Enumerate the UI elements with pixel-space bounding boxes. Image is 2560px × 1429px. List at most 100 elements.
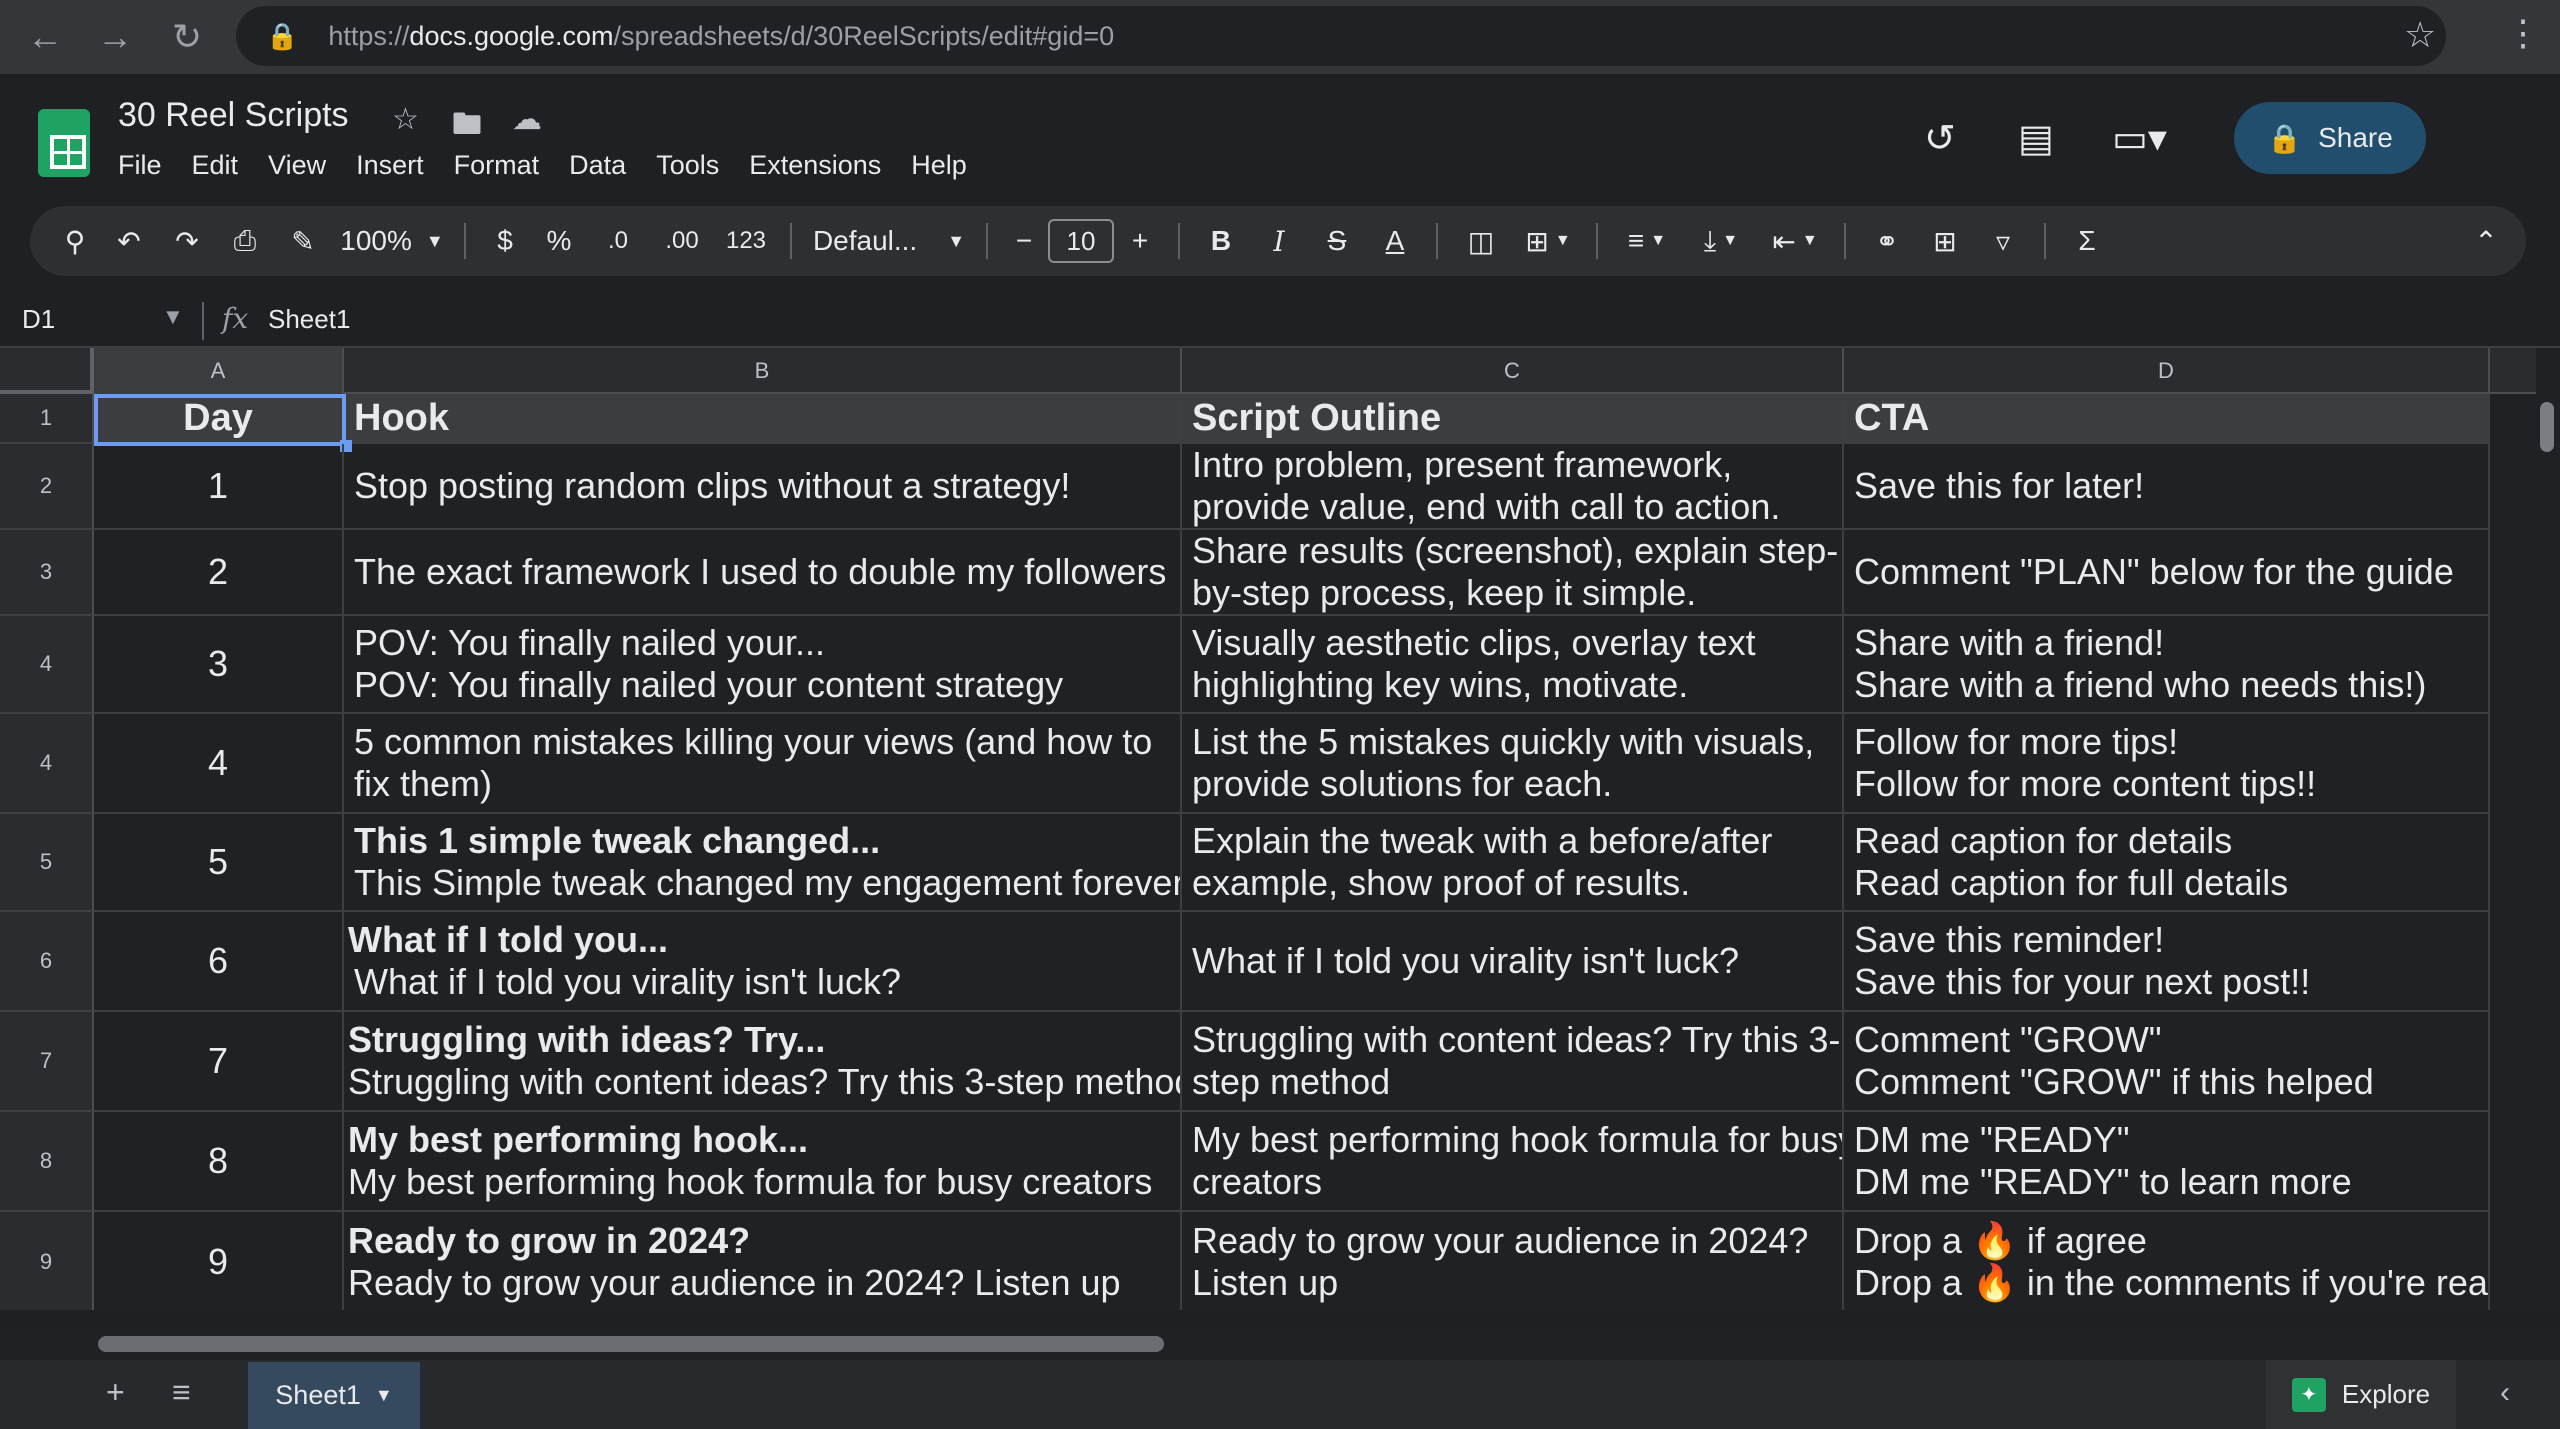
row-header[interactable]: 7	[0, 1012, 94, 1112]
increase-font-size-icon[interactable]: +	[1114, 206, 1166, 276]
meet-video-icon[interactable]: ▭▾	[2112, 116, 2167, 161]
day-cell[interactable]: 7	[94, 1012, 344, 1112]
row-header[interactable]: 4	[0, 616, 94, 714]
script-cell[interactable]: Intro problem, present framework, provide…	[1182, 444, 1844, 530]
header-cell-script-outline[interactable]: Script Outline	[1182, 394, 1844, 444]
collapse-toolbar-icon[interactable]: ⌃	[2466, 206, 2506, 276]
column-header-b[interactable]: B	[344, 348, 1182, 394]
insert-link-icon[interactable]: ⚭	[1858, 206, 1916, 276]
row-header[interactable]: 6	[0, 912, 94, 1012]
address-bar[interactable]: 🔒 https://docs.google.com/spreadsheets/d…	[236, 6, 2446, 66]
version-history-icon[interactable]: ↺	[1924, 116, 1956, 161]
print-icon[interactable]: ⎙	[216, 206, 274, 276]
menu-view[interactable]: View	[268, 150, 326, 181]
row-header[interactable]: 9	[0, 1212, 94, 1310]
explore-button[interactable]: ✦ Explore	[2266, 1360, 2456, 1429]
column-header-c[interactable]: C	[1182, 348, 1844, 394]
cta-cell[interactable]: Save this reminder! Save this for your ne…	[1844, 912, 2490, 1012]
search-menus-icon[interactable]: ⚲	[50, 206, 100, 276]
hook-cell[interactable]: Ready to grow in 2024? Ready to grow your…	[344, 1212, 1182, 1310]
menu-extensions[interactable]: Extensions	[749, 150, 881, 181]
star-icon[interactable]: ☆	[392, 102, 419, 137]
row-header[interactable]: 8	[0, 1112, 94, 1212]
hook-cell[interactable]: POV: You finally nailed your... POV: You …	[344, 616, 1182, 714]
chevron-down-icon[interactable]: ▼	[375, 1385, 393, 1406]
cta-cell[interactable]: Read caption for details Read caption for…	[1844, 814, 2490, 912]
more-formats-button[interactable]: 123	[714, 206, 778, 276]
script-cell[interactable]: My best performing hook formula for busy…	[1182, 1112, 1844, 1212]
font-select[interactable]: Defaul... ▼	[804, 206, 974, 276]
spreadsheet-grid[interactable]: A B C D 1 Day Hook Script Outline CTA 2 …	[0, 348, 2536, 1310]
day-cell[interactable]: 4	[94, 714, 344, 814]
chevron-left-icon[interactable]: ‹	[2500, 1376, 2510, 1410]
insert-comment-icon[interactable]: ⊞	[1916, 206, 1974, 276]
cta-cell[interactable]: Comment "PLAN" below for the guide	[1844, 530, 2490, 616]
menu-help[interactable]: Help	[911, 150, 967, 181]
hook-cell[interactable]: My best performing hook... My best perfor…	[344, 1112, 1182, 1212]
name-box[interactable]: D1	[22, 304, 55, 335]
horizontal-align-icon[interactable]: ≡ ▼	[1610, 206, 1684, 276]
day-cell[interactable]: 1	[94, 444, 344, 530]
horizontal-scroll-thumb[interactable]	[98, 1336, 1164, 1352]
row-header[interactable]: 4	[0, 714, 94, 814]
sheet-tab-active[interactable]: Sheet1 ▼	[248, 1362, 420, 1429]
borders-icon[interactable]: ⊞ ▼	[1512, 206, 1584, 276]
fill-color-icon[interactable]: ◫	[1450, 206, 1512, 276]
cta-cell[interactable]: Drop a 🔥 if agree Drop a 🔥 in the comment…	[1844, 1212, 2490, 1310]
cta-cell[interactable]: DM me "READY" DM me "READY" to learn more	[1844, 1112, 2490, 1212]
text-wrap-icon[interactable]: ⇤ ▼	[1758, 206, 1832, 276]
forward-icon[interactable]: →	[80, 0, 150, 74]
zoom-select[interactable]: 100% ▼	[332, 206, 452, 276]
menu-tools[interactable]: Tools	[656, 150, 719, 181]
decrease-decimal-button[interactable]: .0	[586, 206, 650, 276]
font-size-input[interactable]: 10	[1048, 219, 1114, 263]
comments-icon[interactable]: ▤	[2018, 116, 2054, 161]
menu-data[interactable]: Data	[569, 150, 626, 181]
row-header[interactable]: 3	[0, 530, 94, 616]
all-sheets-icon[interactable]: ≡	[172, 1374, 191, 1411]
decrease-font-size-icon[interactable]: −	[1000, 206, 1048, 276]
hook-cell[interactable]: The exact framework I used to double my …	[344, 530, 1182, 616]
header-cell-cta[interactable]: CTA	[1844, 394, 2490, 444]
percent-format-button[interactable]: %	[532, 206, 586, 276]
hook-cell[interactable]: What if I told you... What if I told you …	[344, 912, 1182, 1012]
cta-cell[interactable]: Share with a friend! Share with a friend …	[1844, 616, 2490, 714]
day-cell[interactable]: 5	[94, 814, 344, 912]
row-header[interactable]: 2	[0, 444, 94, 530]
script-cell[interactable]: Visually aesthetic clips, overlay text hi…	[1182, 616, 1844, 714]
day-cell[interactable]: 8	[94, 1112, 344, 1212]
day-cell[interactable]: 2	[94, 530, 344, 616]
strikethrough-icon[interactable]: S	[1308, 206, 1366, 276]
script-cell[interactable]: Ready to grow your audience in 2024? List…	[1182, 1212, 1844, 1310]
day-cell[interactable]: 3	[94, 616, 344, 714]
redo-icon[interactable]: ↷	[158, 206, 216, 276]
filter-icon[interactable]: ▿	[1974, 206, 2032, 276]
formula-input[interactable]: Sheet1	[268, 304, 350, 335]
cta-cell[interactable]: Comment "GROW" Comment "GROW" if this hel…	[1844, 1012, 2490, 1112]
vertical-scroll-thumb[interactable]	[2540, 402, 2554, 452]
row-header[interactable]: 5	[0, 814, 94, 912]
script-cell[interactable]: Explain the tweak with a before/after exa…	[1182, 814, 1844, 912]
horizontal-scrollbar[interactable]	[0, 1328, 2560, 1358]
document-title[interactable]: 30 Reel Scripts	[118, 96, 349, 135]
header-cell-hook[interactable]: Hook	[344, 394, 1182, 444]
row-header[interactable]: 1	[0, 394, 94, 444]
reload-icon[interactable]: ↻	[152, 0, 222, 74]
day-cell[interactable]: 9	[94, 1212, 344, 1310]
bookmark-star-icon[interactable]: ☆	[2404, 14, 2436, 56]
script-cell[interactable]: List the 5 mistakes quickly with visuals…	[1182, 714, 1844, 814]
add-sheet-icon[interactable]: +	[106, 1374, 125, 1411]
functions-icon[interactable]: Σ	[2058, 206, 2116, 276]
select-all-corner[interactable]	[0, 348, 94, 394]
script-cell[interactable]: Share results (screenshot), explain step…	[1182, 530, 1844, 616]
menu-format[interactable]: Format	[454, 150, 540, 181]
chevron-down-icon[interactable]: ▼	[162, 304, 184, 330]
column-header-a[interactable]: A	[94, 348, 344, 394]
hook-cell[interactable]: Struggling with ideas? Try... Struggling …	[344, 1012, 1182, 1112]
italic-icon[interactable]: I	[1250, 206, 1308, 276]
hook-cell[interactable]: Stop posting random clips without a stra…	[344, 444, 1182, 530]
cta-cell[interactable]: Save this for later!	[1844, 444, 2490, 530]
hook-cell[interactable]: This 1 simple tweak changed... This Simpl…	[344, 814, 1182, 912]
text-color-icon[interactable]: A	[1366, 206, 1424, 276]
share-button[interactable]: 🔒 Share	[2234, 102, 2426, 174]
